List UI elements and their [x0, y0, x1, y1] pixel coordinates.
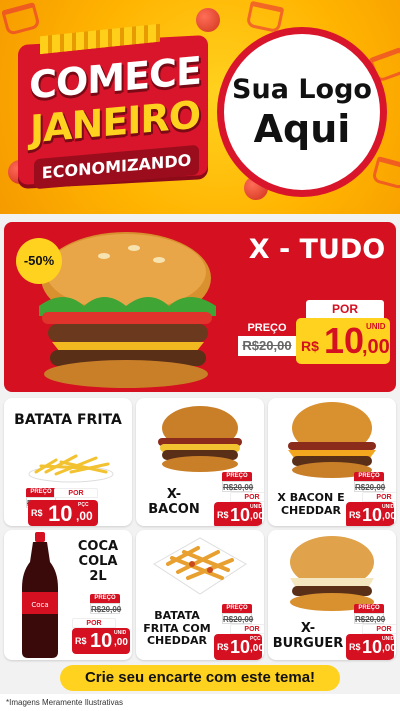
- ornament-ball-icon: [196, 8, 220, 32]
- product-card[interactable]: X BACON E CHEDDAR PREÇO R$20,00 POR R$ 1…: [268, 398, 396, 526]
- product-name: X- BURGUER: [272, 621, 344, 651]
- featured-product-name: X - TUDO: [248, 234, 386, 265]
- burger-image: [290, 536, 374, 611]
- price-tag: PREÇO R$20,00 POR R$ 10 ,00 UNID: [212, 472, 264, 526]
- fries-image: [28, 454, 114, 483]
- price-cents: ,00: [362, 336, 390, 358]
- featured-product-card[interactable]: -50% X - TUDO POR PREÇO R$20,00 R$ 10 ,0…: [4, 222, 396, 392]
- preco-label: PREÇO: [238, 320, 296, 336]
- soda-bottle-image: Coca: [22, 532, 58, 658]
- product-name: X- BACON: [148, 487, 200, 517]
- shopping-basket-icon: [245, 0, 285, 34]
- product-name: COCA COLA 2L: [77, 539, 119, 584]
- campaign-title: COMECE JANEIRO ECONOMIZANDO: [12, 30, 217, 195]
- featured-price-box: R$ 10 ,00 UNID: [296, 318, 390, 364]
- logo-placeholder[interactable]: Sua Logo Aqui: [217, 27, 387, 197]
- product-card[interactable]: X- BURGUER PREÇO R$20,00 POR R$ 10 ,00 U…: [268, 530, 396, 660]
- currency-symbol: R$: [301, 338, 319, 354]
- product-card[interactable]: X- BACON PREÇO R$20,00 POR R$ 10 ,00 UNI…: [136, 398, 264, 526]
- price-tag: PREÇO R$20,00 POR R$ 10 ,00 UNID: [64, 594, 132, 654]
- unit-label: UNID: [366, 322, 386, 331]
- product-name: BATATA FRITA: [14, 412, 122, 428]
- product-name: X BACON E CHEDDAR: [277, 491, 345, 517]
- product-card[interactable]: BATATA FRITA COM CHEDDAR PREÇO R$20,00 P…: [136, 530, 264, 660]
- logo-text-2: Aqui: [253, 106, 351, 151]
- price-tag: PREÇO R$20,00 POR R$ 10 ,00 UNID: [344, 604, 396, 660]
- logo-text-1: Sua Logo: [232, 73, 372, 105]
- product-card[interactable]: Coca COCA COLA 2L PREÇO R$20,00 POR R$ 1…: [4, 530, 132, 660]
- price-tag: PREÇO R$20,00 POR R$ 10 ,00 PÇC: [212, 604, 264, 660]
- por-label: POR: [306, 300, 384, 318]
- price-integer: 10: [324, 320, 365, 361]
- price-tag: PREÇO R$20,00 POR R$ 10 ,00 PÇC: [26, 488, 98, 526]
- disclaimer-footer: *Imagens Meramente Ilustrativas: [0, 694, 400, 711]
- discount-badge: -50%: [16, 238, 62, 284]
- old-price: R$20,00: [238, 336, 296, 356]
- burger-image: [158, 406, 242, 472]
- shopping-basket-icon: [371, 156, 400, 190]
- product-card[interactable]: BATATA FRITA PREÇO R$20,00 POR R$ 10 ,00…: [4, 398, 132, 526]
- header-banner: COMECE JANEIRO ECONOMIZANDO Sua Logo Aqu…: [0, 0, 400, 214]
- fries-cheddar-image: [153, 537, 247, 595]
- product-name: BATATA FRITA COM CHEDDAR: [143, 609, 211, 648]
- svg-text:Coca: Coca: [31, 601, 48, 609]
- burger-image: [288, 402, 376, 478]
- price-tag: PREÇO R$20,00 POR R$ 10 ,00 UNID: [344, 472, 396, 526]
- cta-banner[interactable]: Crie seu encarte com este tema!: [60, 665, 340, 691]
